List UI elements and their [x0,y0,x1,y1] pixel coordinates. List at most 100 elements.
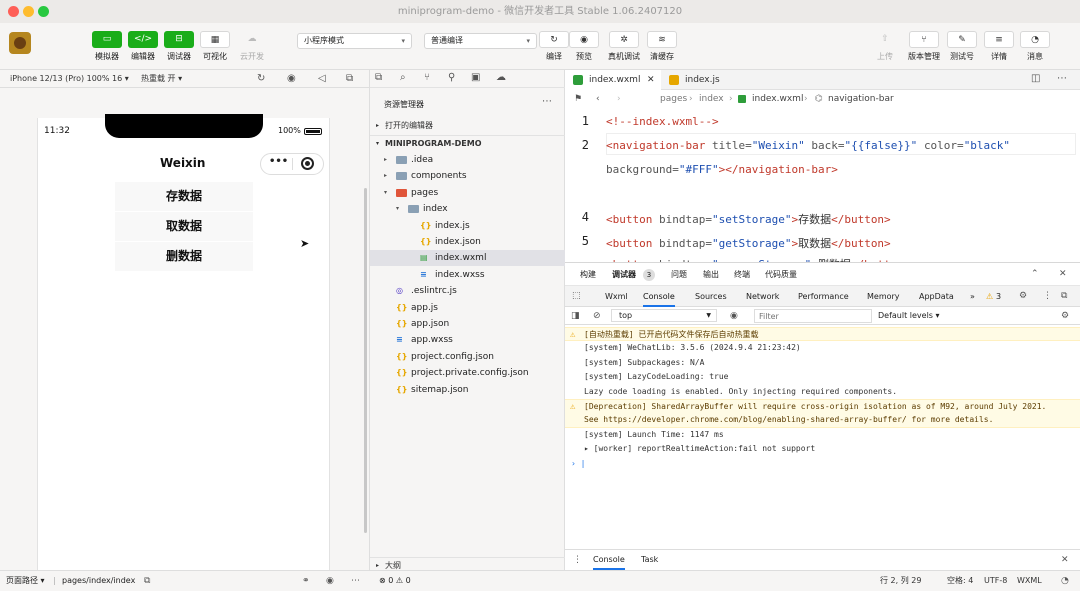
preview-button[interactable]: ◉ 预览 [568,31,600,62]
folder-idea[interactable]: ▸ .idea [370,152,565,168]
close-icon[interactable]: ✕ [1061,550,1069,570]
tab-build[interactable]: 构建 [580,263,596,286]
forward-icon[interactable]: › [617,90,621,108]
tab-memory[interactable]: Memory [867,286,900,307]
tab-index-js[interactable]: index.js [661,70,731,90]
collapse-up-icon[interactable]: ⌃ [1031,263,1039,286]
compile-mode-select[interactable]: 普通编译 ▾ [424,33,537,49]
file-index-wxss[interactable]: ≡ index.wxss [370,267,565,283]
file-eslintrc-js[interactable]: ◎ .eslintrc.js [370,283,565,299]
cursor-position[interactable]: 行 2, 列 29 [880,571,921,591]
test-account-button[interactable]: ✎ 测试号 [946,31,978,62]
project-section[interactable]: ▾ MINIPROGRAM-DEMO [370,135,565,151]
files-icon[interactable]: ⧉ [375,72,382,83]
problems-status[interactable]: ⊗ 0 ⚠ 0 [369,570,565,591]
remote-debug-button[interactable]: ✲ 真机调试 [605,31,643,62]
avatar[interactable] [9,32,31,54]
file-sitemap-json[interactable]: {} sitemap.json [370,382,565,398]
visual-toggle[interactable]: ▦ 可视化 [199,31,231,62]
tab-network[interactable]: Network [746,286,779,307]
eye-icon[interactable]: ◉ [326,571,334,591]
tab-console[interactable]: Console [643,286,675,307]
language-mode[interactable]: WXML [1017,571,1042,591]
file-project-private-config-json[interactable]: {} project.private.config.json [370,365,565,381]
console-warning[interactable]: ⚠ [自动热重载] 已开启代码文件保存后自动热重载 [565,327,1080,342]
console-prompt[interactable]: › | [565,457,1080,471]
tab-code-quality[interactable]: 代码质量 [765,263,797,286]
close-icon[interactable]: ✕ [647,70,655,90]
zoom-window-button[interactable] [38,6,49,17]
clear-console-icon[interactable]: ⊘ [593,307,601,325]
context-select[interactable]: top ▼ [611,309,717,322]
split-editor-icon[interactable]: ◫ [1031,73,1040,84]
drawer-tab-console[interactable]: Console [593,550,625,570]
simulator-toggle[interactable]: ▭ 模拟器 [91,31,123,62]
log-levels-select[interactable]: Default levels ▾ [878,307,940,325]
console-message[interactable]: Lazy code loading is enabled. Only injec… [565,385,1080,399]
code-line-2-wrap[interactable]: background="#FFF"></navigation-bar> [606,163,838,176]
tab-terminal[interactable]: 终端 [734,263,750,286]
minimize-window-button[interactable] [23,6,34,17]
breadcrumb-element[interactable]: navigation-bar [828,90,894,108]
clear-cache-button[interactable]: ≋ 清缓存 [645,31,679,62]
source-control-icon[interactable]: ⑂ [424,72,430,83]
copy-icon[interactable]: ⧉ [144,571,150,591]
breadcrumb-index[interactable]: index [699,90,724,108]
more-icon[interactable]: ⋯ [1057,73,1067,84]
file-index-wxml[interactable]: ▤ index.wxml [370,250,565,267]
tab-performance[interactable]: Performance [798,286,849,307]
console-warning[interactable]: ⚠ [Deprecation] SharedArrayBuffer will re… [565,399,1080,414]
file-index-js[interactable]: {} index.js [370,218,565,234]
extensions-icon[interactable]: ▣ [471,72,480,83]
more-icon[interactable]: ••• [269,156,288,167]
cloud-dev-button[interactable]: ☁ 云开发 [236,31,268,62]
indent-setting[interactable]: 空格: 4 [947,571,973,591]
eye-icon[interactable]: ◉ [730,307,738,325]
tab-index-wxml[interactable]: index.wxml ✕ [565,70,661,90]
bookmark-icon[interactable]: ⚑ [574,90,582,108]
console-message[interactable]: [system] LazyCodeLoading: true [565,370,1080,384]
folder-components[interactable]: ▸ components [370,168,565,184]
chevron-down-icon[interactable]: ▾ [396,201,399,217]
more-tabs-icon[interactable]: » [970,286,975,307]
simulator-scrollbar[interactable] [364,188,367,533]
sidebar-toggle-icon[interactable]: ◨ [571,307,580,325]
chevron-right-icon[interactable]: ▸ [384,168,387,184]
console-message[interactable]: ▸ [worker] reportRealtimeAction:fail not… [565,442,1080,456]
tab-appdata[interactable]: AppData [919,286,954,307]
file-app-js[interactable]: {} app.js [370,300,565,316]
version-button[interactable]: ⑂ 版本管理 [905,31,943,62]
console-message[interactable]: [system] Launch Time: 1147 ms [565,428,1080,442]
mode-select[interactable]: 小程序模式 ▾ [297,33,412,49]
console-message[interactable]: [system] Subpackages: N/A [565,356,1080,370]
console-message[interactable]: [system] WeChatLib: 3.5.6 (2024.9.4 21:2… [565,341,1080,355]
tab-debugger[interactable]: 调试器 [612,263,636,286]
notification-icon[interactable]: ◔ [1061,571,1069,591]
search-icon[interactable]: ⌕ [400,72,406,83]
encoding-setting[interactable]: UTF-8 [984,571,1007,591]
dock-icon[interactable]: ⧉ [1061,286,1067,307]
chevron-down-icon[interactable]: ▾ [384,185,387,201]
close-icon[interactable]: ✕ [1059,263,1067,286]
console-warning[interactable]: See https://developer.chrome.com/blog/en… [565,413,1080,428]
remove-storage-button[interactable]: 删数据 [115,242,253,271]
record-icon[interactable]: ◉ [287,70,296,88]
debugger-toggle[interactable]: ⊟ 调试器 [163,31,195,62]
breadcrumb-pages[interactable]: pages [660,90,687,108]
tab-sources[interactable]: Sources [695,286,727,307]
compile-button[interactable]: ↻ 编译 [538,31,570,62]
file-app-json[interactable]: {} app.json [370,316,565,332]
rotate-icon[interactable]: ↻ [257,70,265,88]
detach-icon[interactable]: ⧉ [346,70,353,88]
folder-index[interactable]: ▾ index [370,201,565,217]
details-button[interactable]: ≡ 详情 [983,31,1015,62]
chevron-right-icon[interactable]: ▸ [384,152,387,168]
page-path-label[interactable]: 页面路径 ▾ [6,571,45,591]
console-filter-input[interactable] [754,309,872,323]
breadcrumb-file[interactable]: index.wxml [752,90,803,108]
gear-icon[interactable]: ⚙ [1019,286,1027,307]
debug-icon[interactable]: ⚲ [448,72,455,83]
capsule-menu[interactable]: ••• [260,153,324,175]
file-index-json[interactable]: {} index.json [370,234,565,250]
tab-problems[interactable]: 问题 [671,263,687,286]
